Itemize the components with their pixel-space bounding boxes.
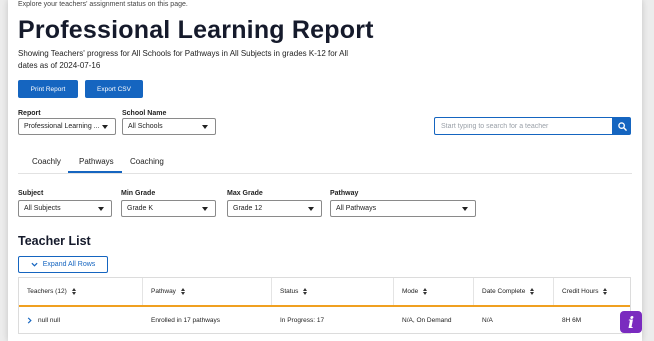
column-header-status[interactable]: Status [272,278,394,305]
pathway-select[interactable]: All Pathways [330,200,476,217]
report-subtitle: Showing Teachers' progress for All Schoo… [18,49,348,70]
mode-cell: N/A, On Demand [402,316,452,324]
credit-hours-cell: 8H 6M [562,316,582,324]
subject-label: Subject [18,190,44,197]
status-cell: In Progress: 17 [280,316,325,324]
column-header-mode[interactable]: Mode [394,278,474,305]
chevron-down-icon [202,206,208,211]
column-header-label: Credit Hours [562,288,599,295]
chevron-down-icon [202,124,208,129]
teacher-search [434,117,631,135]
export-csv-button[interactable]: Export CSV [85,80,143,98]
teacher-table: Teachers (12) Pathway Status Mode Date C… [18,277,631,334]
teacher-list-title: Teacher List [18,234,91,248]
info-icon: i [627,312,635,332]
pathway-label: Pathway [330,190,359,197]
column-header-label: Mode [402,288,419,295]
tab-coaching[interactable]: Coaching [130,157,164,166]
chevron-right-icon[interactable] [27,316,32,324]
school-select-value: All Schools [128,123,163,130]
sort-icon [603,288,608,295]
tabs-divider [18,173,632,174]
table-header: Teachers (12) Pathway Status Mode Date C… [19,278,630,307]
report-label: Report [18,110,41,117]
column-header-label: Pathway [151,288,176,295]
column-header-label: Status [280,288,299,295]
sort-icon [423,288,428,295]
report-select[interactable]: Professional Learning ... [18,118,116,135]
pathway-select-value: All Pathways [336,205,377,212]
search-icon [617,121,627,131]
tab-coachly[interactable]: Coachly [32,157,61,166]
search-button[interactable] [613,117,631,135]
column-header-date-complete[interactable]: Date Complete [474,278,554,305]
print-report-button[interactable]: Print Report [18,80,78,98]
sort-icon [530,288,535,295]
expand-all-rows-label: Expand All Rows [42,261,96,268]
tab-pathways[interactable]: Pathways [79,157,114,166]
chevron-down-icon [102,124,108,129]
report-select-value: Professional Learning ... [24,123,100,130]
chevron-down-icon [98,206,104,211]
column-header-pathway[interactable]: Pathway [143,278,272,305]
column-header-teachers[interactable]: Teachers (12) [19,278,143,305]
expand-all-rows-button[interactable]: Expand All Rows [18,256,108,273]
sort-icon [303,288,308,295]
column-header-credit-hours[interactable]: Credit Hours [554,278,630,305]
page-title: Professional Learning Report [18,16,374,44]
max-grade-select-value: Grade 12 [233,205,263,212]
sort-icon [180,288,185,295]
report-page: Explore your teachers' assignment status… [8,0,642,341]
sort-icon [71,288,76,295]
min-grade-label: Min Grade [121,190,156,197]
teacher-cell: null null [19,307,143,333]
min-grade-select-value: Grade K [127,205,154,212]
school-name-select[interactable]: All Schools [122,118,216,135]
teacher-name: null null [38,316,61,324]
date-complete-cell: N/A [482,316,493,324]
subject-select-value: All Subjects [24,205,61,212]
pathway-cell: Enrolled in 17 pathways [151,316,221,324]
max-grade-select[interactable]: Grade 12 [227,200,322,217]
info-button[interactable]: i [620,311,642,333]
chevron-down-icon [31,262,38,267]
subject-select[interactable]: All Subjects [18,200,112,217]
column-header-label: Teachers (12) [27,288,67,295]
intro-text: Explore your teachers' assignment status… [18,1,188,8]
chevron-down-icon [308,206,314,211]
teacher-search-input[interactable] [434,117,613,135]
school-name-label: School Name [122,110,167,117]
chevron-down-icon [462,206,468,211]
min-grade-select[interactable]: Grade K [121,200,216,217]
max-grade-label: Max Grade [227,190,263,197]
table-row[interactable]: null null Enrolled in 17 pathways In Pro… [19,307,630,333]
column-header-label: Date Complete [482,288,526,295]
